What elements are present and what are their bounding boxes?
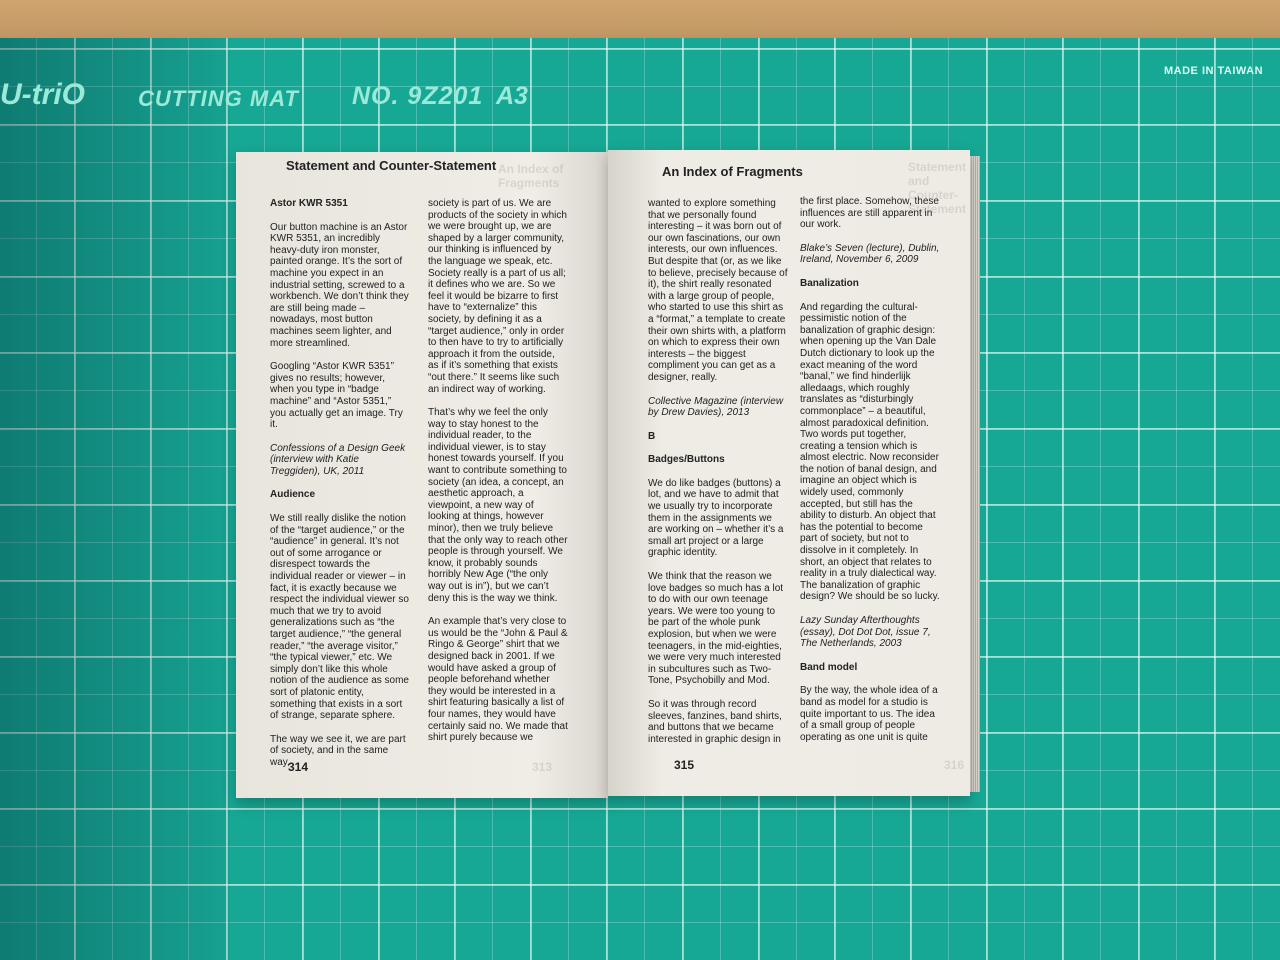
source-citation: Blake’s Seven (lecture), Dublin, Ireland… (800, 242, 940, 266)
body-paragraph: wanted to explore something that we pers… (648, 198, 788, 383)
body-paragraph: And regarding the cultural-pessimistic n… (800, 301, 940, 603)
body-paragraph: the first place. Somehow, these influenc… (800, 196, 939, 231)
left-ghost-folio: 313 (532, 760, 553, 774)
page-edges (970, 156, 980, 792)
left-folio: 314 (288, 760, 309, 774)
right-column-2: the first place. Somehow, these influenc… (800, 196, 940, 755)
body-paragraph: We think that the reason we love badges … (648, 571, 784, 687)
body-paragraph: We do like badges (buttons) a lot, and w… (648, 477, 784, 559)
open-book: Statement and Counter-Statement An Index… (236, 150, 996, 802)
section-heading: B (648, 430, 656, 442)
section-heading: Band model (800, 661, 858, 673)
mat-model: NO. 9Z201 (352, 82, 484, 110)
left-ghost-head: An Index of Fragments (498, 162, 564, 190)
body-paragraph: So it was through record sleeves, fanzin… (648, 698, 782, 745)
source-citation: Lazy Sunday Afterthoughts (essay), Dot D… (800, 615, 931, 650)
left-column-1: Astor KWR 5351 Our button machine is an A… (270, 198, 410, 781)
mat-origin: MADE IN TAIWAN (1164, 65, 1264, 77)
mat-size: A3 (496, 82, 528, 110)
body-paragraph: Our button machine is an Astor KWR 5351,… (270, 221, 409, 349)
left-page: Statement and Counter-Statement An Index… (236, 152, 608, 798)
mat-brand: U-triO (0, 78, 85, 111)
left-column-2: society is part of us. We are products o… (428, 198, 568, 756)
section-heading: Audience (270, 489, 316, 501)
right-page: Statement and Counter-Statement An Index… (608, 150, 970, 796)
body-paragraph: By the way, the whole idea of a band as … (800, 685, 938, 743)
window-shadow (0, 38, 230, 960)
section-heading: Astor KWR 5351 (270, 198, 348, 209)
source-citation: Collective Magazine (interview by Drew D… (648, 395, 784, 419)
section-heading: Badges/Buttons (648, 454, 725, 466)
body-paragraph: That’s why we feel the only way to stay … (428, 407, 568, 604)
left-running-head: Statement and Counter-Statement (286, 158, 497, 173)
body-paragraph: society is part of us. We are products o… (428, 198, 567, 395)
source-citation: Confessions of a Design Geek (interview … (270, 442, 406, 477)
right-ghost-folio: 316 (944, 758, 965, 772)
section-heading: Banalization (800, 277, 859, 289)
right-running-head: An Index of Fragments (662, 164, 803, 179)
mat-product: CUTTING MAT (138, 86, 299, 111)
right-column-1: wanted to explore something that we pers… (648, 198, 788, 757)
right-folio: 315 (674, 758, 695, 772)
body-paragraph: Googling “Astor KWR 5351” gives no resul… (270, 361, 403, 431)
body-paragraph: An example that’s very close to us would… (428, 616, 568, 744)
body-paragraph: We still really dislike the notion of th… (270, 513, 409, 722)
